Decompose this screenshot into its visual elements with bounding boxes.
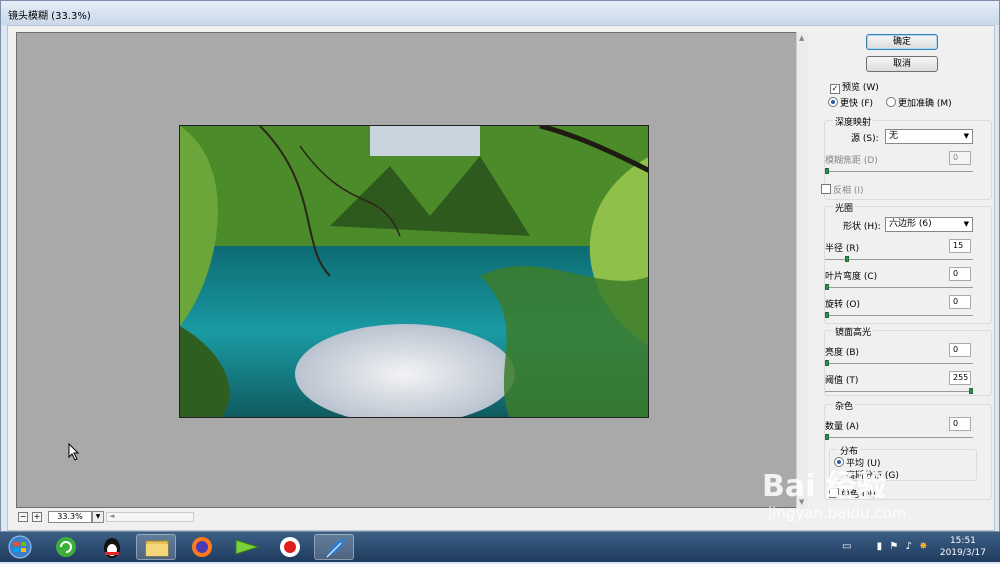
mouse-cursor-icon <box>68 443 80 461</box>
iris-legend: 光圈 <box>833 201 856 214</box>
depth-map-legend: 深度映射 <box>833 115 874 128</box>
depth-map-group: 深度映射 源 (S): 无 ▼ 模糊焦距 (D) 0 反相 (I) <box>821 115 992 200</box>
lake-photo-image <box>180 126 648 417</box>
baidu-watermark: Bai 经验 jingyan.baidu.com <box>762 469 907 523</box>
blade-curvature-slider[interactable] <box>825 284 973 290</box>
vertical-scrollbar[interactable]: ▲ ▼ <box>796 32 808 508</box>
radio-selected-icon[interactable] <box>828 97 838 107</box>
amount-label: 数量 (A) <box>825 422 860 432</box>
slider-thumb[interactable] <box>969 388 973 394</box>
horizontal-scrollbar[interactable]: ◄ <box>106 512 194 522</box>
source-label: 源 (S): <box>851 134 879 144</box>
specular-highlights-group: 镜面高光 亮度 (B) 0 阈值 (T) 255 <box>824 325 992 396</box>
file-explorer-icon[interactable] <box>136 534 176 560</box>
more-accurate-radio[interactable]: 更加准确 (M) <box>886 96 952 109</box>
dropdown-arrow-icon: ▼ <box>963 220 969 228</box>
brightness-slider[interactable] <box>825 360 973 366</box>
dialog-client-area: ▲ ▼ − + 33.3% ▼ ◄ 确定 取消 ✓ 预览 (W) 更快 (F) 更… <box>7 25 995 531</box>
rotation-label: 旋转 (O) <box>825 300 860 310</box>
keyboard-icon[interactable]: ▭ <box>842 541 851 552</box>
zoom-dropdown-icon[interactable]: ▼ <box>92 511 104 523</box>
rotation-input[interactable]: 0 <box>949 295 971 309</box>
source-select[interactable]: 无 ▼ <box>885 129 973 144</box>
faster-radio[interactable]: 更快 (F) <box>828 96 873 109</box>
zoom-out-button[interactable]: − <box>18 512 28 522</box>
media-player-icon[interactable] <box>226 534 266 560</box>
radius-label: 半径 (R) <box>825 244 860 254</box>
preview-checkbox[interactable]: ✓ 预览 (W) <box>830 80 879 94</box>
threshold-input[interactable]: 255 <box>949 371 971 385</box>
brightness-label: 亮度 (B) <box>825 348 860 358</box>
clock-time: 15:51 <box>949 536 976 546</box>
iris-group: 光圈 形状 (H): 六边形 (6) ▼ 半径 (R) 15 叶片弯度 (C) 0… <box>824 201 992 324</box>
flag-icon[interactable]: ⚑ <box>889 541 898 552</box>
radius-slider[interactable] <box>825 256 973 262</box>
radio-selected-icon[interactable] <box>834 457 844 467</box>
brightness-input[interactable]: 0 <box>949 343 971 357</box>
threshold-label: 阈值 (T) <box>825 376 859 386</box>
zoom-level-field[interactable]: 33.3% <box>48 511 92 523</box>
blur-focal-input[interactable]: 0 <box>949 151 971 165</box>
network-icon[interactable]: ▮ <box>877 541 883 552</box>
cancel-button[interactable]: 取消 <box>866 56 938 72</box>
lens-blur-dialog: 镜头模糊 (33.3%) ▲ ▼ − + 33.3% ▼ ◄ 确定 取消 ✓ 预… <box>0 0 1000 532</box>
radius-input[interactable]: 15 <box>949 239 971 253</box>
preview-photo <box>179 125 649 418</box>
invert-checkbox[interactable]: 反相 (I) <box>821 183 864 196</box>
title-bar: 镜头模糊 (33.3%) <box>1 1 999 25</box>
shape-label: 形状 (H): <box>843 222 881 232</box>
sun-icon[interactable]: ✸ <box>919 541 927 552</box>
amount-slider[interactable] <box>825 434 973 440</box>
slider-thumb[interactable] <box>825 360 829 366</box>
shape-select[interactable]: 六边形 (6) ▼ <box>885 217 973 232</box>
checkbox-checked-icon[interactable]: ✓ <box>830 84 840 94</box>
qq-penguin-icon[interactable] <box>92 534 132 560</box>
scroll-left-icon[interactable]: ◄ <box>109 512 114 520</box>
checkbox-icon[interactable] <box>821 184 831 194</box>
threshold-slider[interactable] <box>825 388 973 394</box>
watermark-url: jingyan.baidu.com <box>768 504 907 522</box>
blade-curvature-input[interactable]: 0 <box>949 267 971 281</box>
taskbar: ▭ ▮ ⚑ ♪ ✸ 15:51 2019/3/17 <box>0 532 1000 562</box>
dropdown-arrow-icon: ▼ <box>963 132 969 140</box>
blur-focal-label: 模糊焦距 (D) <box>825 156 878 166</box>
windows-start-icon[interactable] <box>2 534 38 560</box>
settings-panel: 确定 取消 ✓ 预览 (W) 更快 (F) 更加准确 (M) 深度映射 源 (S)… <box>814 26 996 532</box>
watermark-brand: Bai 经验 <box>762 469 886 504</box>
screen-recorder-icon[interactable] <box>270 534 310 560</box>
amount-input[interactable]: 0 <box>949 417 971 431</box>
preview-canvas[interactable] <box>16 32 802 508</box>
window-title: 镜头模糊 (33.3%) <box>8 11 91 22</box>
blur-focal-slider[interactable] <box>825 168 973 174</box>
specular-legend: 镜面高光 <box>833 325 874 338</box>
scroll-up-icon[interactable]: ▲ <box>799 34 804 42</box>
feather-app-icon[interactable] <box>314 534 354 560</box>
blade-curvature-label: 叶片弯度 (C) <box>825 272 878 282</box>
rotation-slider[interactable] <box>825 312 973 318</box>
system-tray: ▭ ▮ ⚑ ♪ ✸ <box>842 541 927 552</box>
zoom-bar: − + 33.3% ▼ ◄ <box>16 510 802 524</box>
slider-thumb[interactable] <box>825 168 829 174</box>
zoom-in-button[interactable]: + <box>32 512 42 522</box>
noise-legend: 杂色 <box>833 399 856 412</box>
ok-button[interactable]: 确定 <box>866 34 938 50</box>
volume-icon[interactable]: ♪ <box>906 541 912 552</box>
clock-date: 2019/3/17 <box>939 548 986 558</box>
slider-thumb[interactable] <box>825 312 829 318</box>
slider-thumb[interactable] <box>845 256 849 262</box>
firefox-icon[interactable] <box>182 534 222 560</box>
slider-thumb[interactable] <box>825 284 829 290</box>
clock[interactable]: 15:51 2019/3/17 <box>940 535 986 559</box>
slider-thumb[interactable] <box>825 434 829 440</box>
radio-icon[interactable] <box>886 97 896 107</box>
green-refresh-icon[interactable] <box>46 534 86 560</box>
